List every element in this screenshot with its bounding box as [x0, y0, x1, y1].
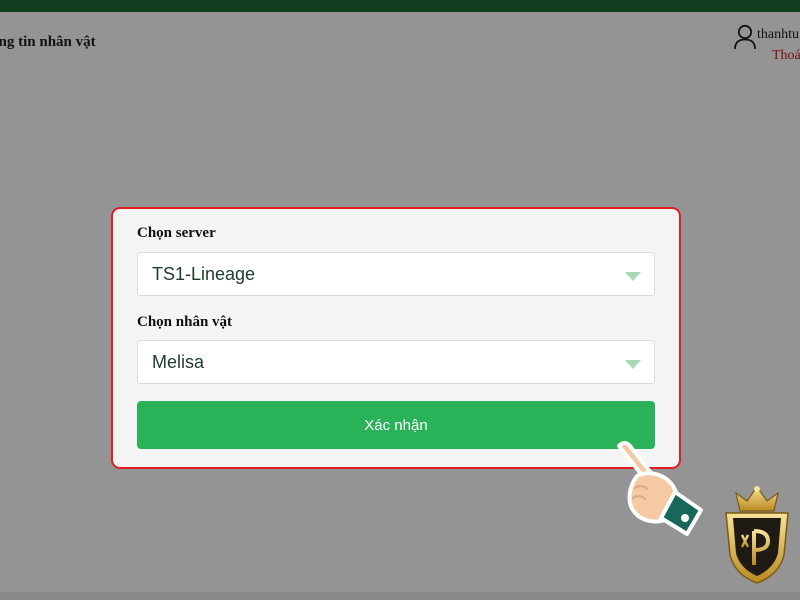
character-select[interactable]: Melisa: [137, 340, 655, 384]
confirm-button[interactable]: Xác nhận: [137, 401, 655, 449]
server-label: Chọn server: [137, 225, 216, 241]
chevron-down-icon: [625, 272, 641, 281]
character-select-dialog: Chọn server TS1-Lineage Chọn nhân vật Me…: [111, 207, 681, 469]
character-selected-value: Melisa: [152, 352, 205, 372]
chevron-down-icon: [625, 360, 641, 369]
server-select[interactable]: TS1-Lineage: [137, 252, 655, 296]
server-selected-value: TS1-Lineage: [152, 264, 256, 284]
crown-logo-icon: [725, 485, 789, 584]
pointing-hand-icon: [617, 441, 703, 536]
character-label: Chọn nhân vật: [137, 314, 233, 330]
